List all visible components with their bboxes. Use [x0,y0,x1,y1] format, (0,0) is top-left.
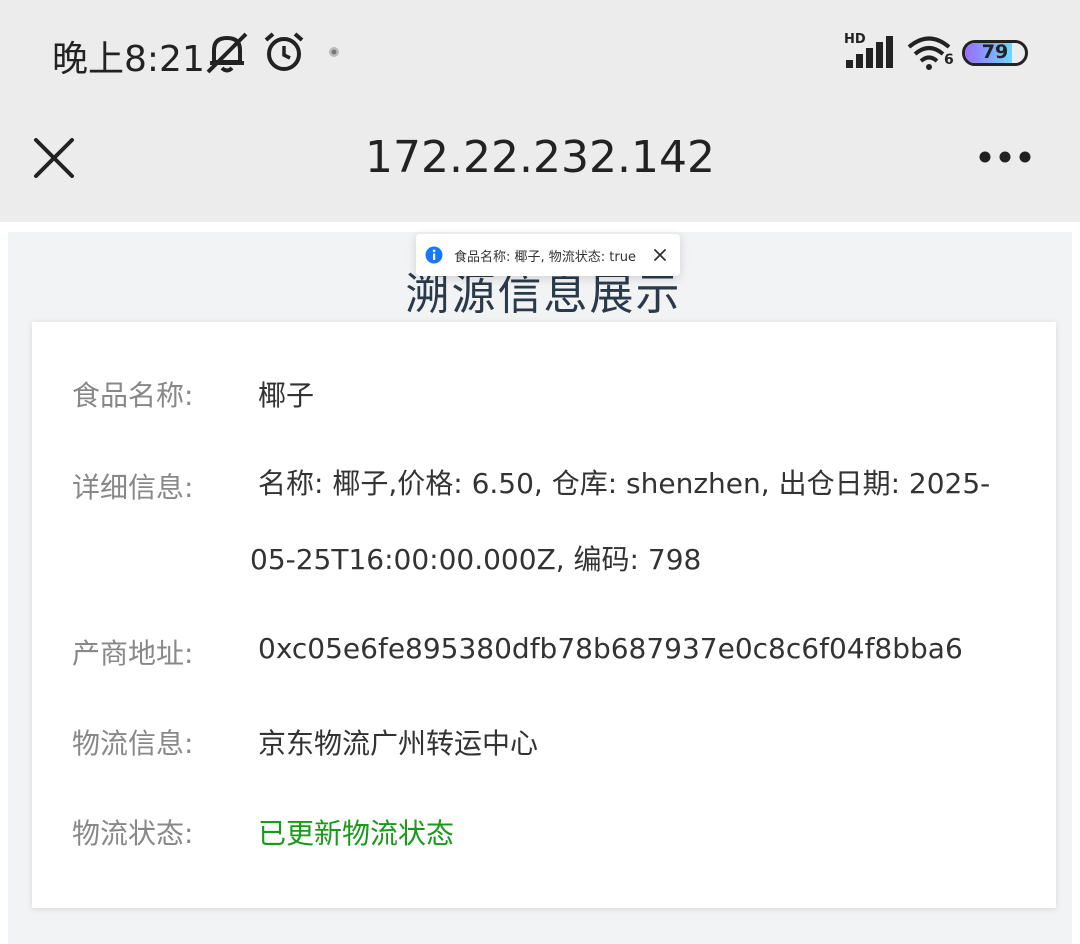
page-url-title: 172.22.232.142 [365,132,715,183]
food-name-label: 食品名称: [72,379,194,412]
toast-message: 食品名称: 椰子, 物流状态: true [454,250,636,265]
logistics-status-value: 已更新物流状态 [258,817,455,850]
cellular-signal-icon: HD [842,32,896,70]
notification-dot-icon [329,47,339,57]
details-value: 名称: 椰子,价格: 6.50, 仓库: shenzhen, 出仓日期: 202… [250,467,991,576]
status-bar: 晚上8:21 HD 6 79 [0,0,1080,100]
logistics-status-label: 物流状态: [72,817,194,850]
toast-close-icon[interactable] [652,247,668,263]
wifi-icon: 6 [906,34,956,72]
toast-notification: 食品名称: 椰子, 物流状态: true [416,234,680,276]
producer-address-label: 产商地址: [72,637,194,670]
more-icon[interactable] [978,150,1032,164]
status-time: 晚上8:21 [52,39,205,80]
battery-level-text: 79 [981,41,1009,63]
wifi-version-label: 6 [944,52,954,68]
battery-indicator: 79 [962,40,1028,66]
logistics-info-value: 京东物流广州转运中心 [258,727,539,760]
alarm-icon [264,32,304,71]
food-name-value: 椰子 [258,379,315,412]
logistics-info-label: 物流信息: [72,727,194,760]
producer-address-value: 0xc05e6fe895380dfb78b687937e0c8c6f04f8bb… [258,632,963,665]
info-icon [425,246,443,264]
details-label: 详细信息: [72,471,194,504]
mute-bell-icon [206,32,248,74]
